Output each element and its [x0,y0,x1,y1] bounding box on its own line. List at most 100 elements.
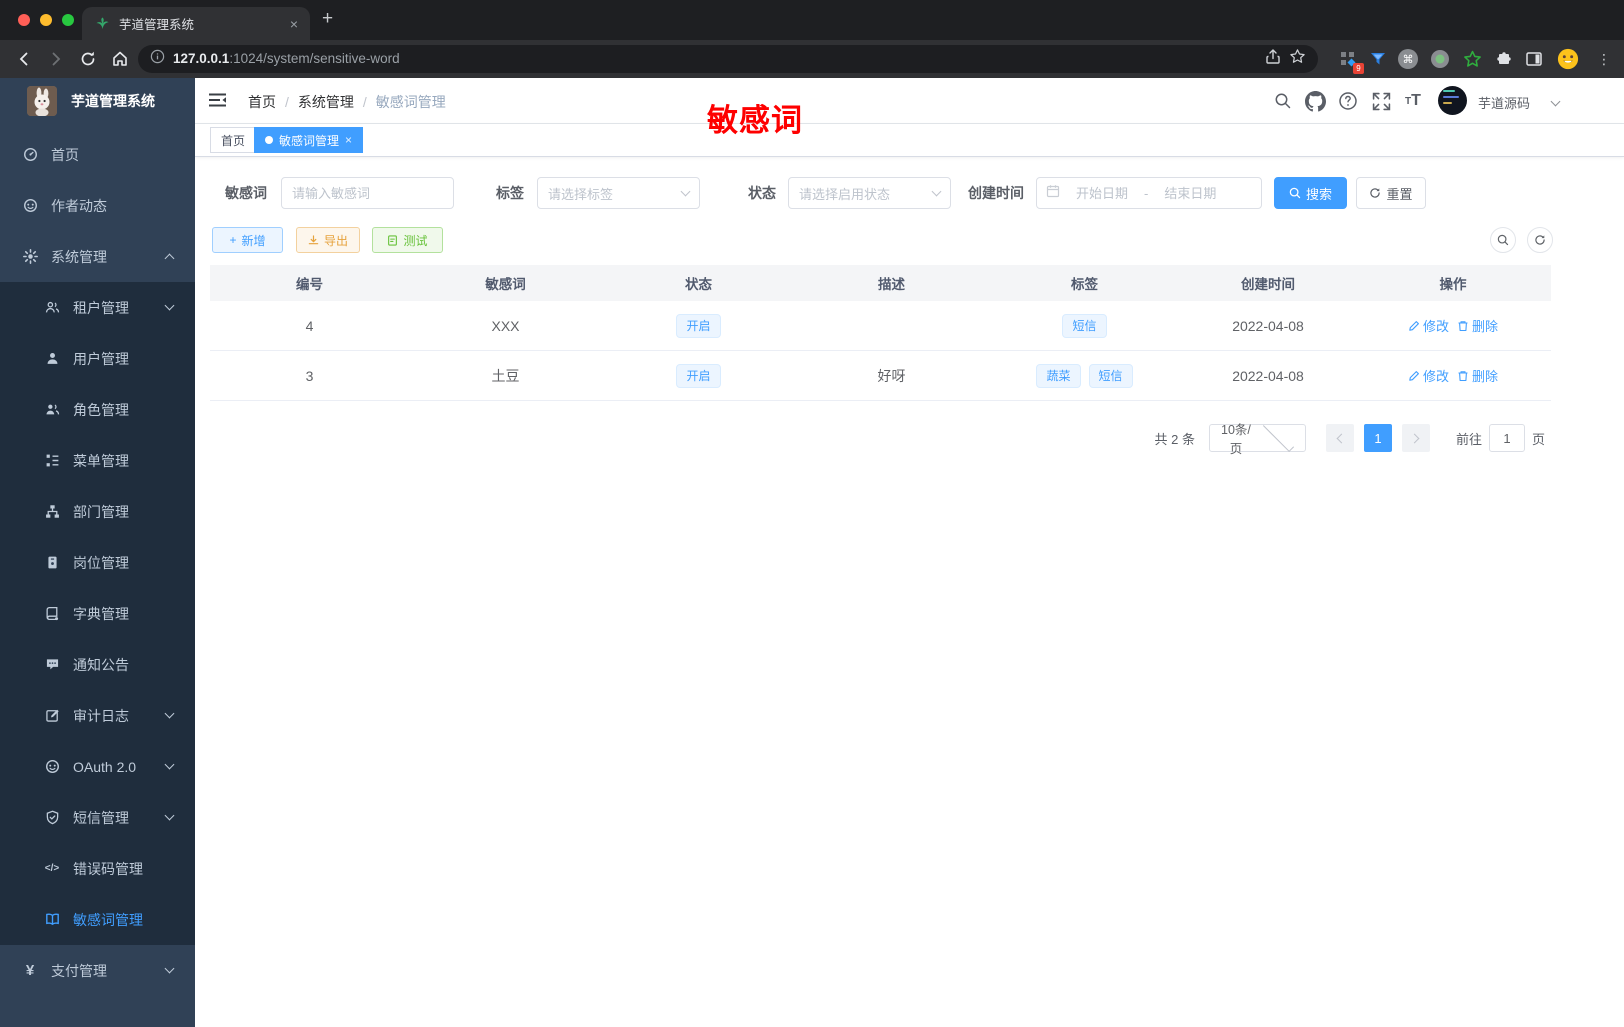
goto-page-input[interactable] [1488,424,1525,452]
recorder-extension-icon[interactable] [1428,47,1452,71]
delete-link[interactable]: 删除 [1457,316,1498,335]
back-button[interactable] [12,47,36,71]
filter-date-range[interactable]: - [1036,177,1262,209]
chevron-down-icon[interactable] [1550,96,1561,107]
filter-status-select[interactable]: 请选择启用状态 [788,177,951,209]
url-host: 127.0.0.1 [173,51,230,66]
chevron-down-icon [1262,420,1295,453]
sidebar-item-sms[interactable]: 短信管理 [0,792,195,843]
breadcrumb: 首页 / 系统管理 / 敏感词管理 [248,92,446,112]
toggle-search-button[interactable] [1490,227,1516,253]
browser-tab[interactable]: 芋道管理系统 × [82,7,310,40]
sidebar-item-sensitive-word[interactable]: 敏感词管理 [0,894,195,945]
sensitive-word-table: 编号 敏感词 状态 描述 标签 创建时间 操作 4 XXX 开启 短信 2022… [210,265,1551,401]
forward-button[interactable] [44,47,68,71]
sidebar-item-dept[interactable]: 部门管理 [0,486,195,537]
reload-button[interactable] [76,47,100,71]
date-end-input[interactable] [1154,185,1227,201]
sidebar-item-post[interactable]: 岗位管理 [0,537,195,588]
plus-icon: + [229,233,237,247]
annotation-overlay-text: 敏感词 [707,103,803,138]
sidebar-item-role[interactable]: 角色管理 [0,384,195,435]
browser-tab-title: 芋道管理系统 [119,18,195,32]
command-extension-icon[interactable]: ⌘ [1396,47,1420,71]
chat-face-icon [22,198,38,214]
edit-link[interactable]: 修改 [1408,366,1449,385]
sidebar-menu: 首页 作者动态 系统管理 租户管理 用户管理 角色管理 菜单管理 部门管理 岗位… [0,129,195,996]
tag-home[interactable]: 首页 [210,127,257,153]
sidebar-item-audit-log[interactable]: 审计日志 [0,690,195,741]
header-search-icon[interactable] [1272,90,1294,112]
sidebar-item-error-code[interactable]: </> 错误码管理 [0,843,195,894]
tag-close-icon[interactable]: × [345,133,352,147]
page-number-button[interactable]: 1 [1363,424,1392,452]
user-name[interactable]: 芋道源码 [1478,93,1530,112]
chevron-down-icon [164,300,175,311]
next-page-button[interactable] [1401,424,1430,452]
breadcrumb-system[interactable]: 系统管理 [298,92,354,112]
book-icon [44,606,60,622]
table-row: 4 XXX 开启 短信 2022-04-08 修改 删除 [210,301,1551,351]
filter-time-label: 创建时间 [968,185,1024,201]
maximize-window-button[interactable] [62,14,74,26]
test-button[interactable]: 测试 [372,227,443,253]
sidebar-item-home[interactable]: 首页 [0,129,195,180]
extension-grid-icon[interactable]: 9 [1336,47,1364,74]
search-button[interactable]: 搜索 [1274,177,1347,209]
extensions-puzzle-icon[interactable] [1492,47,1516,71]
new-tab-button[interactable]: + [322,8,333,30]
browser-menu-icon[interactable]: ⋮ [1592,47,1616,71]
minimize-window-button[interactable] [40,14,52,26]
sidebar-collapse-icon[interactable] [208,92,227,113]
open-book-icon [44,912,60,928]
sidebar-item-notice[interactable]: 通知公告 [0,639,195,690]
prev-page-button[interactable] [1325,424,1354,452]
close-window-button[interactable] [18,14,30,26]
sidebar-item-dict[interactable]: 字典管理 [0,588,195,639]
font-size-icon[interactable]: TT [1402,90,1424,112]
chevron-down-icon [164,963,175,974]
app-title: 芋道管理系统 [71,92,155,109]
chevron-down-icon [931,186,942,197]
sidebar-item-author-news[interactable]: 作者动态 [0,180,195,231]
fullscreen-icon[interactable] [1370,90,1392,112]
comment-icon [44,657,60,673]
app-logo[interactable]: 芋道管理系统 [0,78,195,123]
breadcrumb-home[interactable]: 首页 [248,92,276,112]
sidebar-item-tenant[interactable]: 租户管理 [0,282,195,333]
profile-avatar-icon[interactable] [1556,47,1580,71]
help-icon[interactable] [1337,90,1359,112]
tag-sensitive-word[interactable]: 敏感词管理 × [254,127,364,153]
calendar-icon [1046,184,1060,203]
home-button[interactable] [108,47,132,71]
vue-devtools-icon[interactable] [1366,47,1390,71]
sidebar-item-payment[interactable]: ¥ 支付管理 [0,945,195,996]
user-avatar[interactable] [1438,86,1467,115]
yen-icon: ¥ [25,962,35,979]
pagination: 共 2 条 10条/页 1 前往 页 [1155,420,1545,456]
xpath-star-extension-icon[interactable] [1460,47,1484,71]
url-bar[interactable]: 127.0.0.1:1024/system/sensitive-word [138,45,1318,73]
github-icon[interactable] [1304,90,1326,112]
export-button[interactable]: 导出 [296,227,360,253]
edit-link[interactable]: 修改 [1408,316,1449,335]
add-button[interactable]: + 新增 [212,227,283,253]
share-icon[interactable] [1265,48,1281,70]
page-size-select[interactable]: 10条/页 [1208,420,1306,456]
side-panel-icon[interactable] [1522,47,1546,71]
filter-tag-select[interactable]: 请选择标签 [537,177,700,209]
site-info-icon[interactable] [150,49,165,69]
status-badge: 开启 [676,313,721,338]
tab-close-icon[interactable]: × [290,17,298,31]
sidebar-item-menu[interactable]: 菜单管理 [0,435,195,486]
filter-word-input[interactable] [281,177,454,209]
delete-link[interactable]: 删除 [1457,366,1498,385]
sidebar-item-user[interactable]: 用户管理 [0,333,195,384]
sidebar-item-oauth[interactable]: OAuth 2.0 [0,741,195,792]
bookmark-star-icon[interactable] [1289,48,1306,70]
reset-button[interactable]: 重置 [1356,177,1426,209]
sidebar-item-system[interactable]: 系统管理 [0,231,195,282]
logo-rabbit-image [27,85,57,116]
date-start-input[interactable] [1066,185,1138,201]
refresh-table-button[interactable] [1527,227,1553,253]
